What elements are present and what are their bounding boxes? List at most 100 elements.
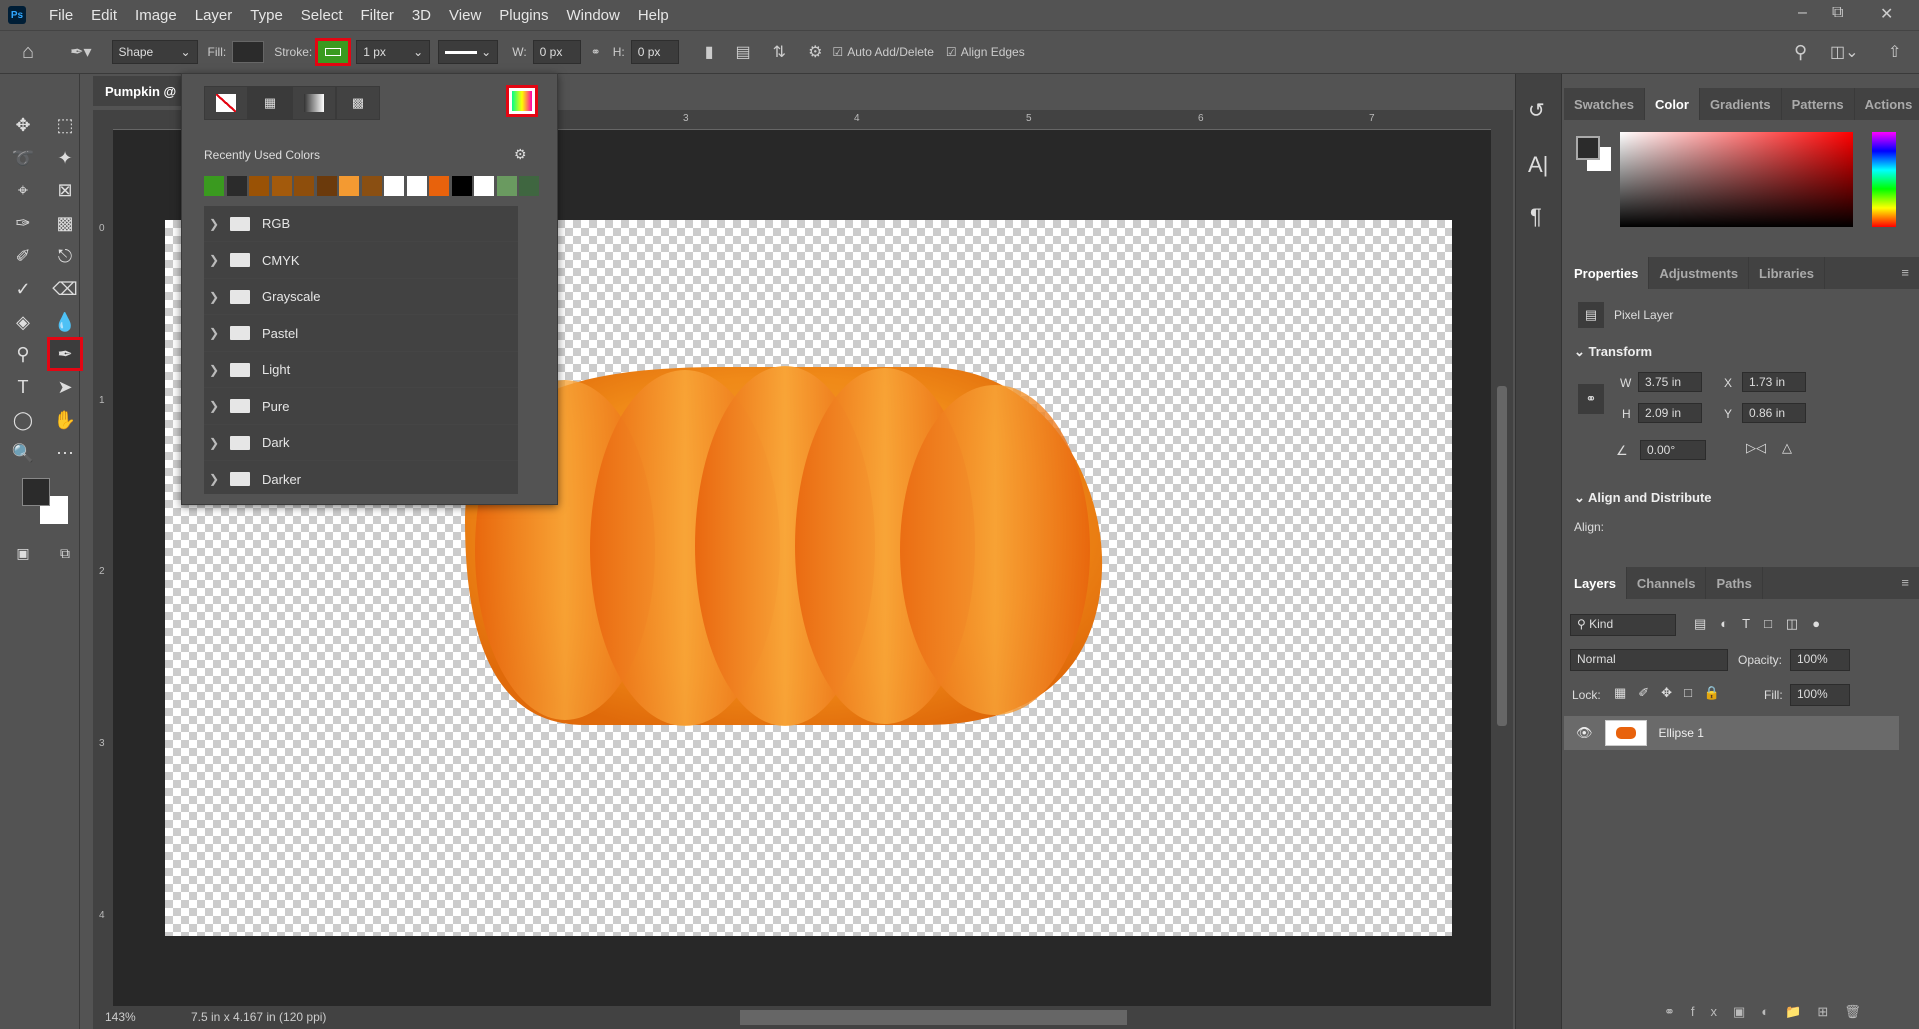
menu-view[interactable]: View: [440, 7, 490, 24]
swatch-folder[interactable]: ❯ RGB: [204, 206, 518, 242]
transform-section[interactable]: ⌄ Transform: [1574, 344, 1652, 360]
tab-channels[interactable]: Channels: [1627, 567, 1707, 599]
layer-row[interactable]: 👁 Ellipse 1: [1564, 716, 1899, 750]
brush-tool-icon[interactable]: ✐: [8, 242, 38, 270]
flip-vertical-icon[interactable]: △: [1782, 440, 1792, 456]
hue-slider[interactable]: [1872, 132, 1896, 227]
marquee-tool-icon[interactable]: ⬚: [50, 111, 80, 139]
chevron-right-icon[interactable]: ❯: [204, 326, 224, 340]
recent-color-swatch[interactable]: [429, 176, 449, 196]
stroke-type-select[interactable]: ⌄: [438, 40, 499, 64]
history-panel-icon[interactable]: ↺: [1528, 98, 1545, 123]
path-arrangement-icon[interactable]: ⇅: [773, 42, 786, 62]
recent-color-swatch[interactable]: [474, 176, 494, 196]
recent-color-swatch[interactable]: [519, 176, 539, 196]
chevron-right-icon[interactable]: ❯: [204, 472, 224, 486]
x-field[interactable]: 1.73 in: [1742, 372, 1806, 392]
color-picker-button[interactable]: [506, 85, 538, 117]
path-alignment-icon[interactable]: ▤: [736, 42, 751, 62]
stroke-swatch[interactable]: [315, 38, 352, 66]
menu-3d[interactable]: 3D: [403, 7, 440, 24]
minimize-button[interactable]: –: [1798, 4, 1807, 22]
eyedropper-tool-icon[interactable]: ✑: [8, 209, 38, 237]
blend-mode-select[interactable]: Normal: [1570, 649, 1728, 671]
menu-filter[interactable]: Filter: [352, 7, 403, 24]
panel-menu-icon[interactable]: ≡: [1891, 567, 1919, 599]
auto-add-delete-checkbox[interactable]: ☑: [832, 45, 843, 59]
history-brush-tool-icon[interactable]: ✓: [8, 275, 38, 303]
menu-image[interactable]: Image: [126, 7, 186, 24]
chevron-right-icon[interactable]: ❯: [204, 290, 224, 304]
swatch-folder[interactable]: ❯ Pure: [204, 389, 518, 425]
recent-color-swatch[interactable]: [361, 176, 382, 196]
y-field[interactable]: 0.86 in: [1742, 403, 1806, 423]
pen-tool-preset-icon[interactable]: ✒▾: [70, 42, 91, 62]
recent-color-swatch[interactable]: [339, 176, 359, 196]
magic-wand-tool-icon[interactable]: ✦: [50, 144, 80, 172]
gradient-button[interactable]: [292, 86, 336, 120]
menu-window[interactable]: Window: [557, 7, 628, 24]
layer-filter-icons[interactable]: ▤◐T□◫●: [1694, 616, 1834, 632]
share-icon[interactable]: ⇧: [1888, 42, 1901, 62]
recent-color-swatch[interactable]: [384, 176, 404, 196]
pattern-button[interactable]: ▩: [336, 86, 380, 120]
stroke-width-input[interactable]: 1 px ⌄: [356, 40, 431, 64]
healing-brush-tool-icon[interactable]: ▩: [50, 209, 80, 237]
document-tab[interactable]: Pumpkin @: [93, 76, 181, 106]
recent-color-swatch[interactable]: [226, 176, 247, 196]
angle-field[interactable]: 0.00°: [1640, 440, 1706, 460]
restore-button[interactable]: ⧉: [1832, 4, 1843, 22]
menu-select[interactable]: Select: [292, 7, 352, 24]
swatch-folder[interactable]: ❯ Grayscale: [204, 279, 518, 315]
menu-type[interactable]: Type: [241, 7, 292, 24]
path-selection-tool-icon[interactable]: ➤: [50, 373, 80, 401]
tab-patterns[interactable]: Patterns: [1782, 88, 1855, 120]
pen-tool-icon[interactable]: ✒: [47, 337, 83, 371]
ellipse-tool-icon[interactable]: ◯: [8, 406, 38, 434]
eraser-tool-icon[interactable]: ⌫: [50, 275, 80, 303]
menu-plugins[interactable]: Plugins: [490, 7, 557, 24]
hand-tool-icon[interactable]: ✋: [50, 406, 80, 434]
swatch-folder[interactable]: ❯ Darker: [204, 462, 518, 495]
width-input[interactable]: 0 px: [532, 40, 581, 64]
vertical-scroll-thumb[interactable]: [1497, 386, 1507, 726]
align-distribute-section[interactable]: ⌄ Align and Distribute: [1574, 490, 1712, 506]
vertical-scrollbar[interactable]: [1491, 110, 1513, 1006]
lock-icons[interactable]: ▦✐✥□🔒: [1614, 685, 1732, 701]
tab-swatches[interactable]: Swatches: [1564, 88, 1645, 120]
recent-color-swatch[interactable]: [204, 176, 224, 196]
panel-menu-icon[interactable]: ≡: [1891, 257, 1919, 289]
recent-color-swatch[interactable]: [406, 176, 427, 196]
tab-properties[interactable]: Properties: [1564, 257, 1650, 289]
character-panel-icon[interactable]: A|: [1528, 152, 1548, 178]
paint-bucket-tool-icon[interactable]: ◈: [8, 308, 38, 336]
crop-tool-icon[interactable]: ⌖: [8, 176, 38, 204]
frame-tool-icon[interactable]: ⊠: [50, 176, 80, 204]
move-tool-icon[interactable]: ✥: [8, 111, 38, 139]
chevron-right-icon[interactable]: ❯: [204, 399, 224, 413]
tab-layers[interactable]: Layers: [1564, 567, 1627, 599]
link-dimensions-icon[interactable]: ⚭: [1578, 384, 1604, 414]
foreground-color[interactable]: [1576, 136, 1600, 160]
quick-mask-icon[interactable]: ▣: [8, 539, 38, 567]
foreground-color-swatch-front[interactable]: [22, 478, 50, 506]
tab-actions[interactable]: Actions: [1855, 88, 1919, 120]
menu-help[interactable]: Help: [629, 7, 678, 24]
chevron-right-icon[interactable]: ❯: [204, 363, 224, 377]
menu-file[interactable]: File: [40, 7, 82, 24]
recent-color-swatch[interactable]: [496, 176, 517, 196]
gear-icon[interactable]: ⚙: [514, 146, 527, 163]
workspace-icon[interactable]: ◫⌄: [1830, 42, 1859, 62]
layer-footer-icons[interactable]: ⚭fx▣◐📁⊞🗑: [1664, 1004, 1877, 1020]
width-field[interactable]: 3.75 in: [1638, 372, 1702, 392]
document-info[interactable]: 7.5 in x 4.167 in (120 ppi): [191, 1010, 326, 1024]
tab-libraries[interactable]: Libraries: [1749, 257, 1825, 289]
type-tool-icon[interactable]: T: [8, 373, 38, 401]
screen-mode-icon[interactable]: ⧉: [50, 539, 80, 567]
align-edges-checkbox[interactable]: ☑: [946, 45, 957, 59]
no-color-button[interactable]: [204, 86, 248, 120]
path-operations-icon[interactable]: ▮: [705, 42, 714, 62]
menu-edit[interactable]: Edit: [82, 7, 126, 24]
more-tools-icon[interactable]: ⋯: [50, 439, 80, 467]
paragraph-panel-icon[interactable]: ¶: [1530, 204, 1542, 230]
